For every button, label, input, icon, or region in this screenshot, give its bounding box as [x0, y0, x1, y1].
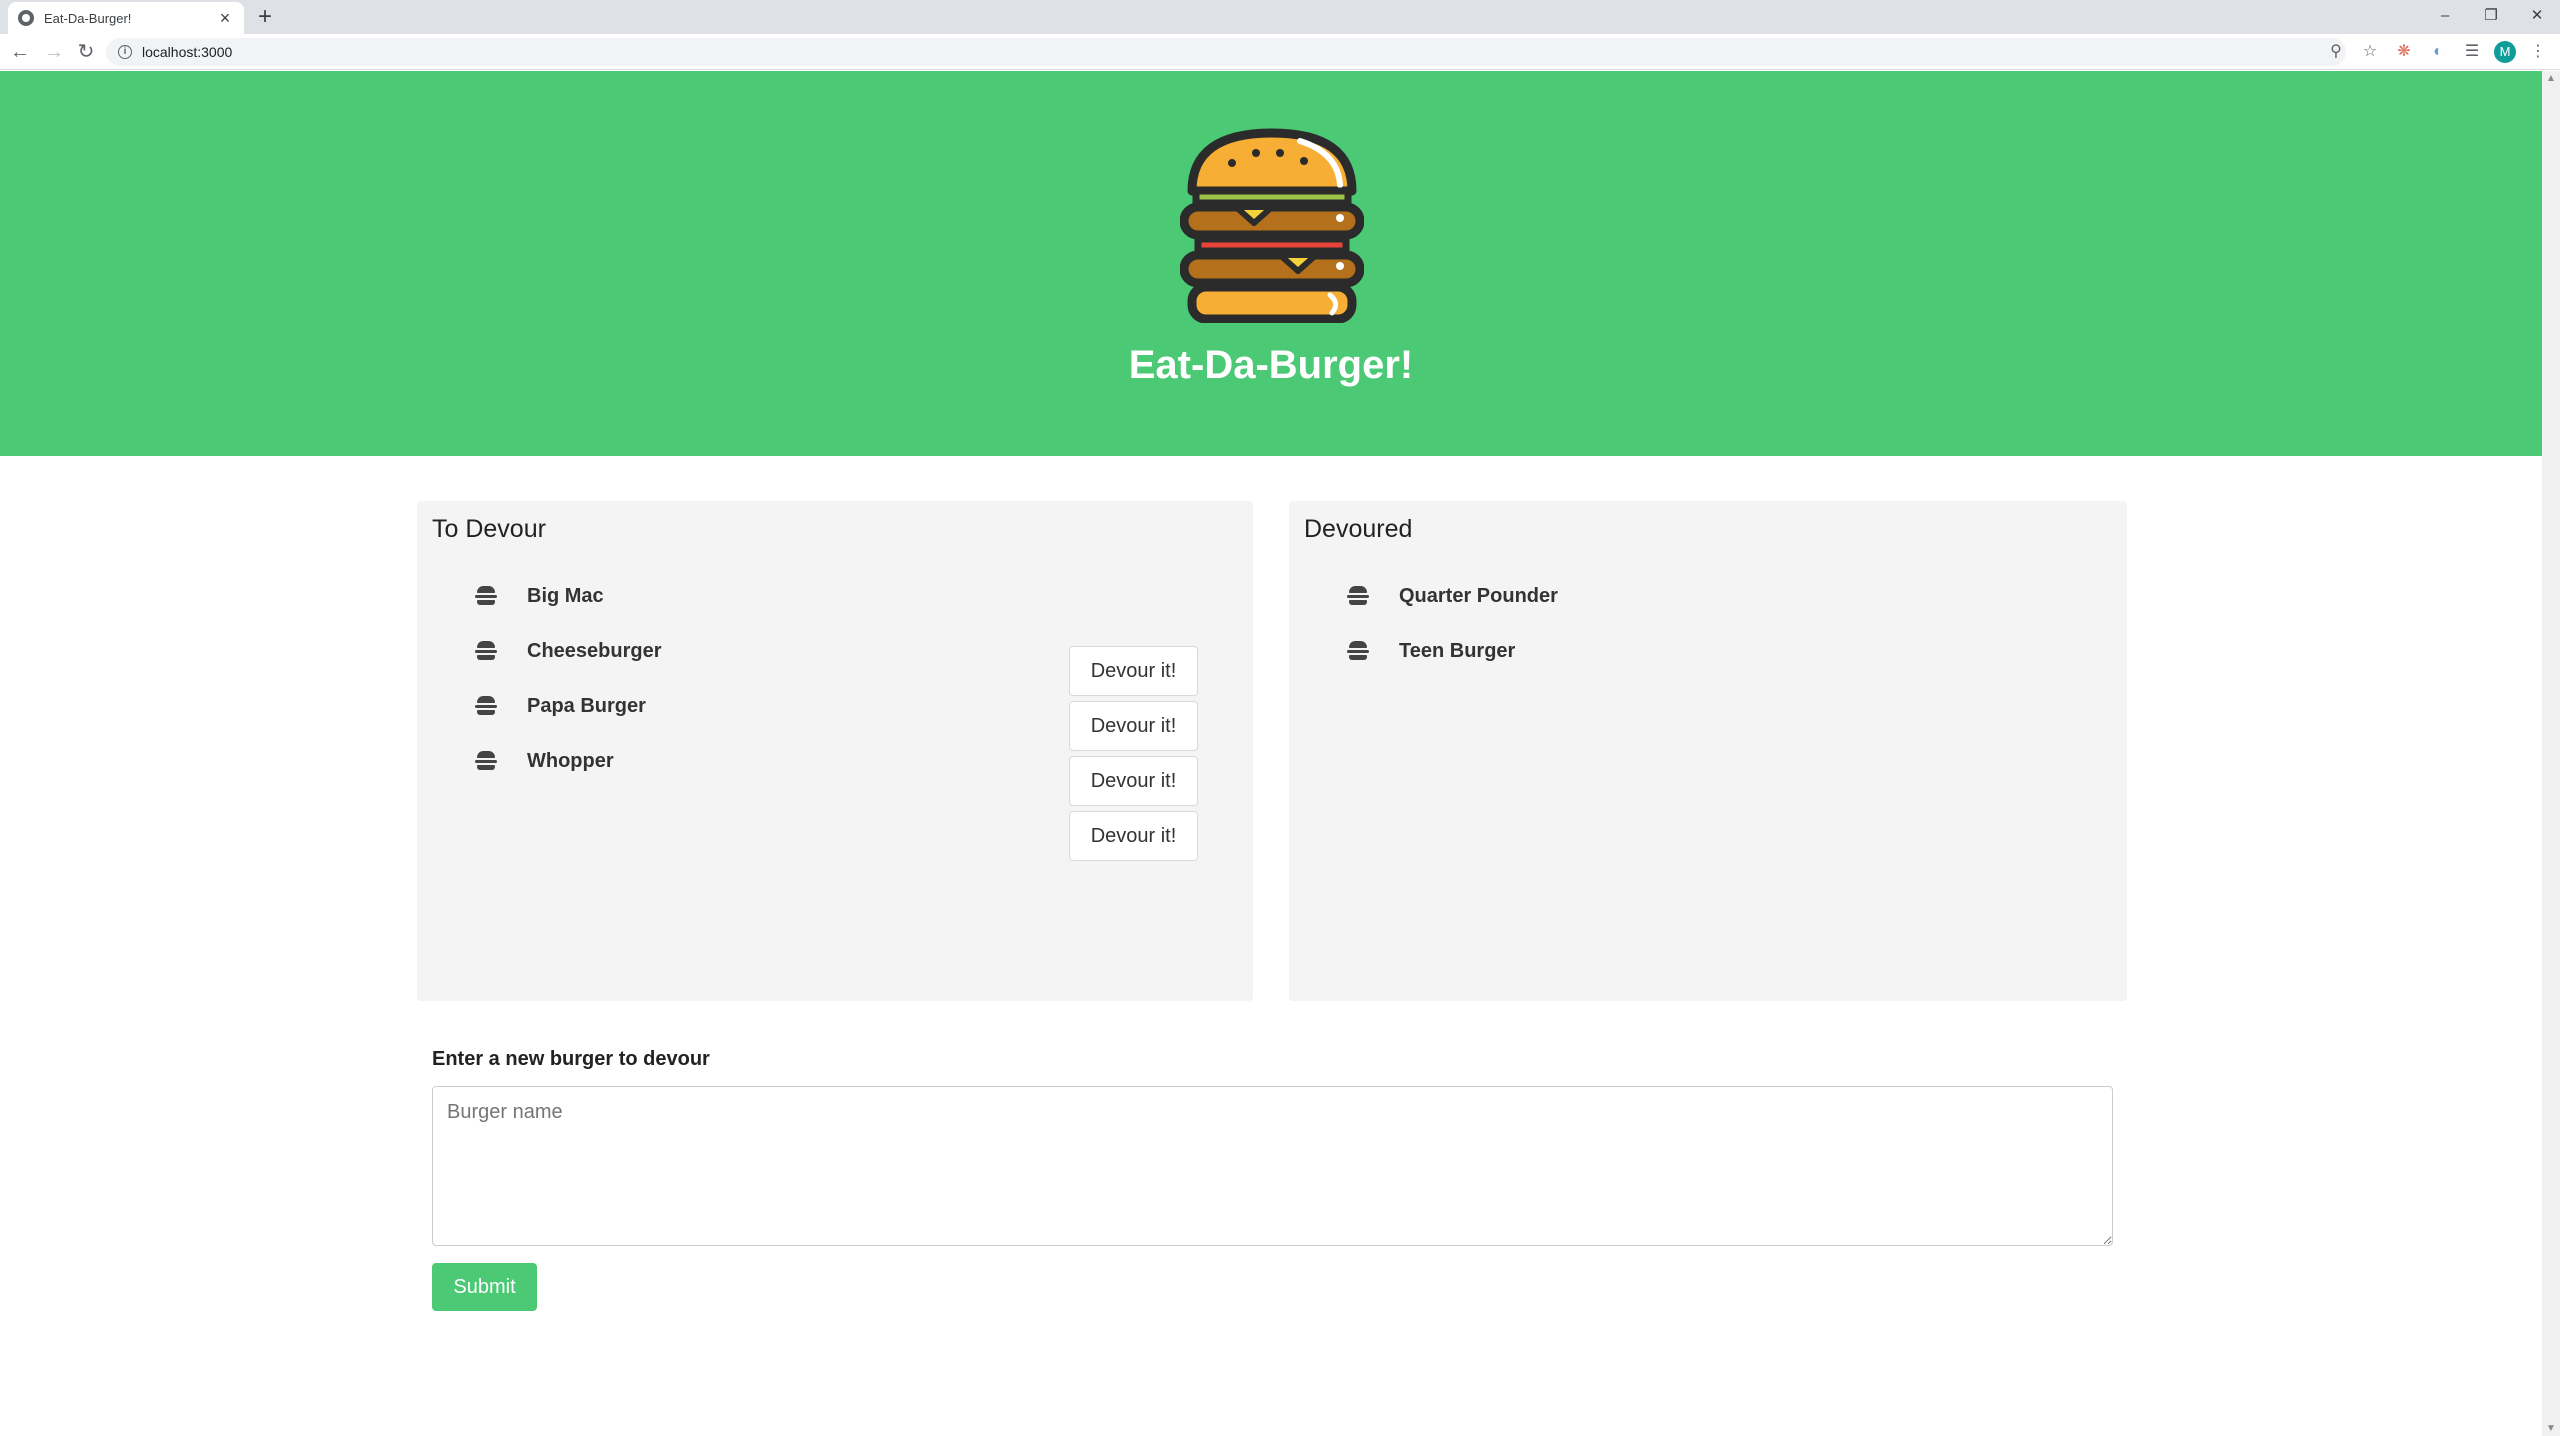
- window-controls: – ❐ ✕: [2422, 0, 2560, 32]
- list-item: Whopper: [475, 736, 614, 786]
- new-tab-icon[interactable]: +: [258, 4, 272, 30]
- reading-list-icon[interactable]: ☰: [2460, 40, 2484, 64]
- burger-name: Big Mac: [527, 584, 604, 607]
- globe-icon: [18, 10, 34, 26]
- burger-name-input[interactable]: [432, 1086, 2113, 1246]
- minimize-icon[interactable]: –: [2422, 0, 2468, 30]
- extension-icon[interactable]: ◐: [2426, 40, 2450, 64]
- burger-name: Whopper: [527, 749, 614, 772]
- list-item: Teen Burger: [1347, 626, 1515, 676]
- info-icon[interactable]: i: [118, 45, 132, 59]
- page-viewport: Eat-Da-Burger! To Devour Big Mac Devour …: [0, 71, 2542, 1436]
- devour-button[interactable]: Devour it!: [1069, 701, 1198, 751]
- burger-icon: [475, 696, 497, 716]
- devour-button[interactable]: Devour it!: [1069, 811, 1198, 861]
- list-item: Cheeseburger: [475, 626, 662, 676]
- tab-strip: Eat-Da-Burger! × + – ❐ ✕: [0, 0, 2560, 34]
- scroll-up-icon[interactable]: ▲: [2546, 73, 2556, 84]
- extension-icon[interactable]: ❋: [2392, 40, 2416, 64]
- close-tab-icon[interactable]: ×: [216, 9, 234, 27]
- burger-logo-icon: [1180, 128, 1364, 323]
- window-close-icon[interactable]: ✕: [2514, 0, 2560, 30]
- burger-name: Teen Burger: [1399, 639, 1516, 662]
- toolbar-icons: ⚲ ☆ ❋ ◐ ☰ M ⋮: [2324, 40, 2550, 64]
- devoured-panel: Devoured Quarter Pounder Teen Burger: [1289, 501, 2127, 1001]
- reload-icon[interactable]: ↻: [74, 40, 98, 64]
- burger-icon: [1347, 641, 1369, 661]
- devoured-heading: Devoured: [1304, 515, 1413, 543]
- profile-avatar[interactable]: M: [2494, 41, 2516, 63]
- burger-icon: [1347, 586, 1369, 606]
- forward-icon[interactable]: →: [42, 40, 66, 64]
- hero-banner: Eat-Da-Burger!: [0, 71, 2542, 456]
- url-text: localhost:3000: [142, 44, 233, 60]
- scrollbar[interactable]: ▲ ▼: [2542, 71, 2560, 1436]
- to-devour-heading: To Devour: [432, 515, 546, 543]
- scroll-down-icon[interactable]: ▼: [2546, 1423, 2556, 1434]
- burger-name: Cheeseburger: [527, 639, 662, 662]
- bookmark-star-icon[interactable]: ☆: [2358, 40, 2382, 64]
- tab-title: Eat-Da-Burger!: [44, 10, 132, 26]
- menu-kebab-icon[interactable]: ⋮: [2526, 40, 2550, 64]
- devour-button[interactable]: Devour it!: [1069, 646, 1198, 696]
- devour-button[interactable]: Devour it!: [1069, 756, 1198, 806]
- page-title: Eat-Da-Burger!: [1128, 343, 1414, 387]
- zoom-icon[interactable]: ⚲: [2324, 40, 2348, 64]
- browser-toolbar: ← → ↻ i localhost:3000 ⚲ ☆ ❋ ◐ ☰ M ⋮: [0, 34, 2560, 70]
- submit-button[interactable]: Submit: [432, 1263, 537, 1311]
- address-bar[interactable]: i localhost:3000: [106, 38, 2346, 66]
- burger-icon: [475, 751, 497, 771]
- list-item: Quarter Pounder: [1347, 571, 1558, 621]
- burger-icon: [475, 641, 497, 661]
- new-burger-label: Enter a new burger to devour: [432, 1048, 710, 1070]
- list-item: Papa Burger: [475, 681, 646, 731]
- back-icon[interactable]: ←: [8, 40, 32, 64]
- burger-name: Quarter Pounder: [1399, 584, 1558, 607]
- restore-icon[interactable]: ❐: [2468, 0, 2514, 30]
- browser-tab[interactable]: Eat-Da-Burger! ×: [8, 2, 244, 34]
- to-devour-panel: To Devour Big Mac Devour it! Cheeseburge…: [417, 501, 1253, 1001]
- burger-icon: [475, 586, 497, 606]
- list-item: Big Mac: [475, 571, 604, 621]
- burger-name: Papa Burger: [527, 694, 646, 717]
